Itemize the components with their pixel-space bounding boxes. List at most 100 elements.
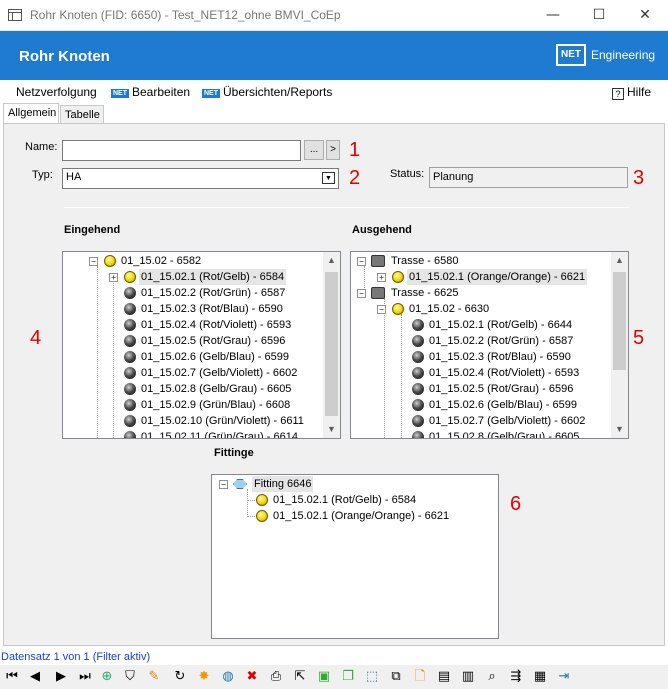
collapse-toggle[interactable]: − — [357, 257, 366, 266]
tree-node[interactable]: 01_15.02.8 (Gelb/Grau) - 6605 — [427, 429, 581, 438]
tree-node[interactable]: 01_15.02.1 (Rot/Gelb) - 6644 — [427, 317, 574, 333]
eingehend-tree[interactable]: − 01_15.02 - 6582 + 01_15.02.1 (Rot/Gelb… — [62, 251, 341, 439]
new-document-icon[interactable]: 🗋 — [411, 668, 429, 686]
tree-node[interactable]: 01_15.02.10 (Grün/Violett) - 6611 — [139, 413, 306, 429]
scroll-thumb[interactable] — [613, 272, 626, 370]
tree-node[interactable]: 01_15.02.1 (Rot/Gelb) - 6584 — [139, 269, 287, 285]
collapse-toggle[interactable]: − — [89, 257, 98, 266]
menu-bearbeiten[interactable]: NET Bearbeiten — [111, 85, 190, 99]
expand-toggle[interactable]: + — [377, 273, 386, 282]
tree-node[interactable]: 01_15.02.9 (Grün/Blau) - 6608 — [139, 397, 292, 413]
globe-refresh-icon[interactable]: ◍ — [219, 668, 237, 686]
tab-tabelle[interactable]: Tabelle — [60, 105, 104, 124]
first-record-icon[interactable]: ⏮ — [3, 668, 21, 686]
tree-node-root[interactable]: 01_15.02 - 6582 — [119, 253, 203, 269]
node-black-icon — [412, 399, 424, 411]
fittinge-tree[interactable]: − Fitting 6646 01_15.02.1 (Rot/Gelb) - 6… — [211, 474, 499, 639]
net-icon: NET — [202, 89, 220, 98]
status-field: Planung — [429, 167, 628, 188]
expand-toggle[interactable]: + — [109, 273, 118, 282]
copy-geometry-icon[interactable]: ❐ — [339, 668, 357, 686]
menu-uebersichten-reports[interactable]: NET Übersichten/Reports — [202, 85, 332, 99]
tree-node[interactable]: 01_15.02.4 (Rot/Violett) - 6593 — [427, 365, 581, 381]
tree-node[interactable]: 01_15.02.5 (Rot/Grau) - 6596 — [139, 333, 287, 349]
minimize-button[interactable]: — — [530, 0, 576, 31]
tree-node[interactable]: 01_15.02.3 (Rot/Blau) - 6590 — [427, 349, 573, 365]
tree-node[interactable]: 01_15.02.3 (Rot/Blau) - 6590 — [139, 301, 285, 317]
tree-node-trasse[interactable]: Trasse - 6625 — [389, 285, 460, 301]
annotation-6: 6 — [510, 493, 522, 515]
tree-node[interactable]: 01_15.02.1 (Orange/Orange) - 6621 — [407, 269, 588, 285]
tree-node[interactable]: 01_15.02.7 (Gelb/Violett) - 6602 — [427, 413, 587, 429]
previous-record-icon[interactable]: ◀ — [26, 668, 44, 686]
image-icon[interactable]: ▤ — [435, 668, 453, 686]
trasse-icon — [371, 255, 385, 267]
tree-node[interactable]: 01_15.02.11 (Grün/Grau) - 6614 — [139, 429, 300, 438]
tree-node[interactable]: 01_15.02.2 (Rot/Grün) - 6587 — [427, 333, 575, 349]
node-black-icon — [124, 351, 136, 363]
annotation-2: 2 — [349, 167, 361, 189]
add-filter-icon[interactable]: ⊕ — [98, 668, 116, 686]
ausgehend-scrollbar[interactable]: ▲ ▼ — [611, 252, 628, 438]
collapse-toggle[interactable]: − — [357, 289, 366, 298]
tree-node-fitting[interactable]: Fitting 6646 — [252, 476, 314, 492]
tree-node[interactable]: 01_15.02.7 (Gelb/Violett) - 6602 — [139, 365, 299, 381]
node-black-icon — [124, 287, 136, 299]
tree-node-group[interactable]: 01_15.02 - 6630 — [407, 301, 491, 317]
tree-node[interactable]: 01_15.02.6 (Gelb/Blau) - 6599 — [427, 397, 579, 413]
next-record-icon[interactable]: ▶ — [52, 668, 70, 686]
text-file-icon[interactable]: ▥ — [459, 668, 477, 686]
tree-node[interactable]: 01_15.02.2 (Rot/Grün) - 6587 — [139, 285, 287, 301]
exit-icon[interactable]: ⇥ — [555, 668, 573, 686]
maximize-button[interactable]: ☐ — [576, 0, 622, 31]
menu-label: Übersichten/Reports — [223, 85, 333, 99]
main-panel: Name: ... > 1 Typ: HA ▼ 2 Status: Planun… — [3, 123, 665, 646]
tree-node[interactable]: 01_15.02.8 (Gelb/Grau) - 6605 — [139, 381, 293, 397]
tree-node[interactable]: 01_15.02.1 (Orange/Orange) - 6621 — [271, 508, 451, 524]
tree-node-trasse[interactable]: Trasse - 6580 — [389, 253, 460, 269]
refresh-icon[interactable]: ↻ — [171, 668, 189, 686]
merge-icon[interactable]: ⇶ — [507, 668, 525, 686]
window-title: Rohr Knoten (FID: 6650) - Test_NET12_ohn… — [30, 8, 341, 22]
filter-icon[interactable]: ⛉ — [121, 668, 139, 686]
last-record-icon[interactable]: ⏭ — [76, 668, 94, 686]
collapse-toggle[interactable]: − — [219, 480, 228, 489]
tree-node[interactable]: 01_15.02.5 (Rot/Grau) - 6596 — [427, 381, 575, 397]
scroll-down-icon[interactable]: ▼ — [323, 421, 340, 438]
select-icon[interactable]: ⇱ — [291, 668, 309, 686]
tab-allgemein[interactable]: Allgemein — [3, 103, 59, 124]
menu-hilfe[interactable]: ? Hilfe — [612, 85, 651, 100]
duplicate-icon[interactable]: ⧉ — [387, 668, 405, 686]
node-black-icon — [124, 303, 136, 315]
cube-icon[interactable]: ▣ — [315, 668, 333, 686]
ausgehend-tree[interactable]: − Trasse - 6580 + 01_15.02.1 (Orange/Ora… — [350, 251, 629, 439]
node-black-icon — [124, 415, 136, 427]
new-icon[interactable]: ✸ — [195, 668, 213, 686]
delete-icon[interactable]: ✖ — [243, 668, 261, 686]
edit-icon[interactable]: ✎ — [145, 668, 163, 686]
tree-node[interactable]: 01_15.02.4 (Rot/Violett) - 6593 — [139, 317, 293, 333]
table-icon[interactable]: ▦ — [531, 668, 549, 686]
tree-node[interactable]: 01_15.02.1 (Rot/Gelb) - 6584 — [271, 492, 418, 508]
zoom-to-icon[interactable]: ⌕ — [483, 668, 501, 686]
app-icon — [8, 9, 22, 21]
scroll-up-icon[interactable]: ▲ — [611, 252, 628, 269]
menu-netzverfolgung[interactable]: Netzverfolgung — [16, 85, 97, 99]
print-icon[interactable]: ⎙ — [267, 668, 285, 686]
scroll-down-icon[interactable]: ▼ — [611, 421, 628, 438]
name-label: Name: — [25, 141, 58, 153]
tree-node[interactable]: 01_15.02.6 (Gelb/Blau) - 6599 — [139, 349, 291, 365]
name-go-button[interactable]: > — [326, 140, 340, 160]
scroll-up-icon[interactable]: ▲ — [323, 252, 340, 269]
scroll-thumb[interactable] — [325, 272, 338, 416]
node-black-icon — [124, 399, 136, 411]
close-button[interactable]: ✕ — [622, 0, 668, 31]
select-area-icon[interactable]: ⬚ — [363, 668, 381, 686]
name-browse-button[interactable]: ... — [304, 140, 324, 160]
collapse-toggle[interactable]: − — [377, 305, 386, 314]
header-banner: Rohr Knoten NET Engineering — [0, 31, 668, 80]
typ-select[interactable]: HA ▼ — [62, 168, 339, 189]
net-icon: NET — [111, 89, 129, 98]
eingehend-scrollbar[interactable]: ▲ ▼ — [323, 252, 340, 438]
name-input[interactable] — [62, 140, 301, 161]
